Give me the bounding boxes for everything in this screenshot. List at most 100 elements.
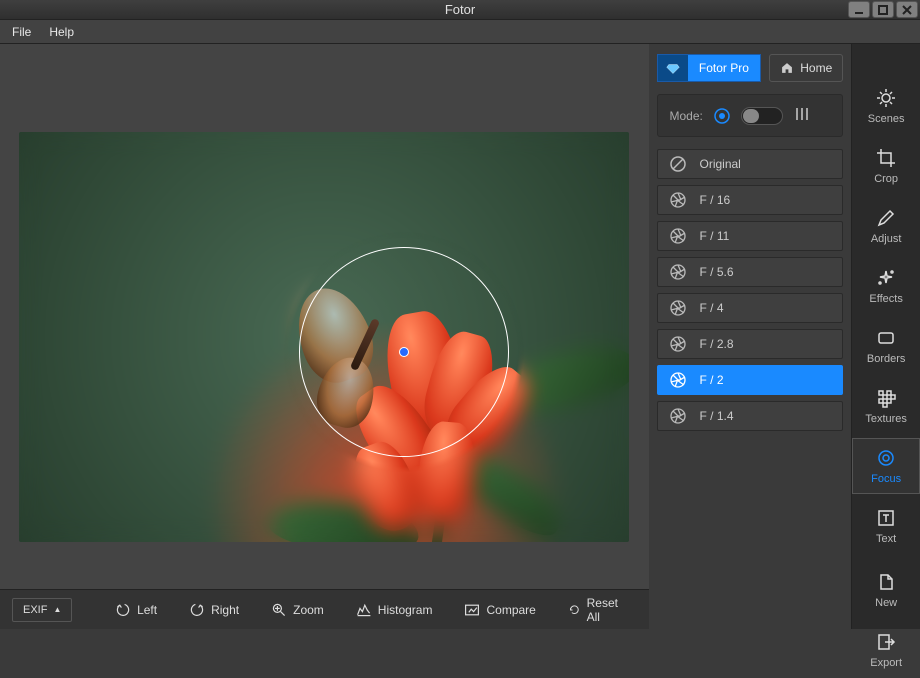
reset-all-button[interactable]: Reset All [556, 596, 637, 624]
aperture-icon [668, 334, 688, 354]
sidebar-label: Focus [871, 473, 901, 485]
exif-button[interactable]: EXIF ▲ [12, 598, 72, 622]
bottom-toolbar: EXIF ▲ Left Right Zoom Histogram [0, 589, 649, 629]
rotate-right-icon [189, 602, 205, 618]
sidebar-item-textures[interactable]: Textures [852, 378, 920, 434]
sidebar-label: Effects [869, 293, 902, 305]
compare-icon [464, 602, 480, 618]
aperture-icon [668, 262, 688, 282]
sidebar-item-borders[interactable]: Borders [852, 318, 920, 374]
histogram-button[interactable]: Histogram [344, 596, 445, 624]
sidebar-label: Text [876, 533, 896, 545]
exif-label: EXIF [23, 604, 47, 616]
brightness-icon [875, 87, 897, 109]
aperture-icon [668, 298, 688, 318]
minimize-button[interactable] [848, 1, 870, 18]
chevron-up-icon: ▲ [53, 605, 61, 614]
focus-center-handle[interactable] [399, 347, 409, 357]
aperture-item[interactable]: F / 11 [657, 221, 844, 251]
sidebar-item-new[interactable]: New [852, 562, 920, 618]
aperture-list: Original F / 16 F / 11 F / 5.6 F / 4 F / 2.8 F… [657, 149, 844, 431]
settings-panel: Fotor Pro Home Mode: Original F / 16 F / 1… [649, 44, 853, 629]
rotate-right-label: Right [211, 603, 239, 617]
aperture-item[interactable]: Original [657, 149, 844, 179]
no-effect-icon [668, 154, 688, 174]
home-button[interactable]: Home [769, 54, 843, 82]
reset-icon [568, 602, 581, 618]
pencil-icon [875, 207, 897, 229]
histogram-label: Histogram [378, 603, 433, 617]
aperture-item[interactable]: F / 4 [657, 293, 844, 323]
panel-top-row: Fotor Pro Home [657, 54, 844, 82]
checker-icon [875, 387, 897, 409]
mode-box: Mode: [657, 94, 844, 137]
aperture-item[interactable]: F / 16 [657, 185, 844, 215]
target-icon [875, 447, 897, 469]
aperture-label: F / 1.4 [700, 409, 734, 423]
menubar: File Help [0, 20, 920, 44]
sidebar-item-export[interactable]: Export [852, 622, 920, 678]
rect-icon [875, 327, 897, 349]
rotate-left-button[interactable]: Left [103, 596, 169, 624]
sidebar-label: Export [870, 657, 902, 669]
aperture-item[interactable]: F / 1.4 [657, 401, 844, 431]
aperture-item[interactable]: F / 2.8 [657, 329, 844, 359]
compare-label: Compare [486, 603, 535, 617]
sidebar-item-crop[interactable]: Crop [852, 138, 920, 194]
app-title: Fotor [445, 2, 475, 17]
zoom-button[interactable]: Zoom [259, 596, 336, 624]
aperture-label: F / 5.6 [700, 265, 734, 279]
new-icon [875, 571, 897, 593]
sidebar-label: Scenes [868, 113, 905, 125]
histogram-icon [356, 602, 372, 618]
mode-toggle[interactable] [741, 107, 783, 125]
fotor-pro-label: Fotor Pro [688, 61, 761, 75]
sidebar-label: Textures [865, 413, 907, 425]
rotate-left-label: Left [137, 603, 157, 617]
aperture-label: Original [700, 157, 741, 171]
canvas-wrap [0, 44, 649, 589]
mode-label: Mode: [670, 109, 703, 123]
aperture-label: F / 16 [700, 193, 731, 207]
aperture-label: F / 2 [700, 373, 724, 387]
zoom-label: Zoom [293, 603, 324, 617]
home-label: Home [800, 61, 832, 75]
sidebar: Scenes Crop Adjust Effects Borders Textures Fo… [852, 44, 920, 629]
mode-radial-icon[interactable] [713, 107, 731, 125]
rotate-left-icon [115, 602, 131, 618]
aperture-label: F / 2.8 [700, 337, 734, 351]
sidebar-label: Borders [867, 353, 906, 365]
rotate-right-button[interactable]: Right [177, 596, 251, 624]
aperture-item[interactable]: F / 5.6 [657, 257, 844, 287]
canvas-column: EXIF ▲ Left Right Zoom Histogram [0, 44, 649, 629]
sidebar-item-focus[interactable]: Focus [852, 438, 920, 494]
mode-linear-icon[interactable] [793, 105, 811, 126]
aperture-label: F / 4 [700, 301, 724, 315]
text-icon [875, 507, 897, 529]
export-icon [875, 631, 897, 653]
sidebar-item-adjust[interactable]: Adjust [852, 198, 920, 254]
aperture-icon [668, 370, 688, 390]
window-controls [848, 1, 918, 18]
compare-button[interactable]: Compare [452, 596, 547, 624]
sidebar-item-text[interactable]: Text [852, 498, 920, 554]
menu-file[interactable]: File [12, 25, 31, 39]
main-layout: EXIF ▲ Left Right Zoom Histogram [0, 44, 920, 629]
sidebar-label: Adjust [871, 233, 902, 245]
diamond-icon [658, 55, 688, 81]
sidebar-item-scenes[interactable]: Scenes [852, 78, 920, 134]
crop-icon [875, 147, 897, 169]
close-button[interactable] [896, 1, 918, 18]
home-icon [780, 61, 794, 75]
sidebar-item-effects[interactable]: Effects [852, 258, 920, 314]
aperture-icon [668, 190, 688, 210]
maximize-button[interactable] [872, 1, 894, 18]
image-canvas[interactable] [19, 132, 629, 542]
fotor-pro-button[interactable]: Fotor Pro [657, 54, 762, 82]
titlebar: Fotor [0, 0, 920, 20]
aperture-item[interactable]: F / 2 [657, 365, 844, 395]
sparkle-icon [875, 267, 897, 289]
menu-help[interactable]: Help [49, 25, 74, 39]
aperture-icon [668, 226, 688, 246]
zoom-icon [271, 602, 287, 618]
